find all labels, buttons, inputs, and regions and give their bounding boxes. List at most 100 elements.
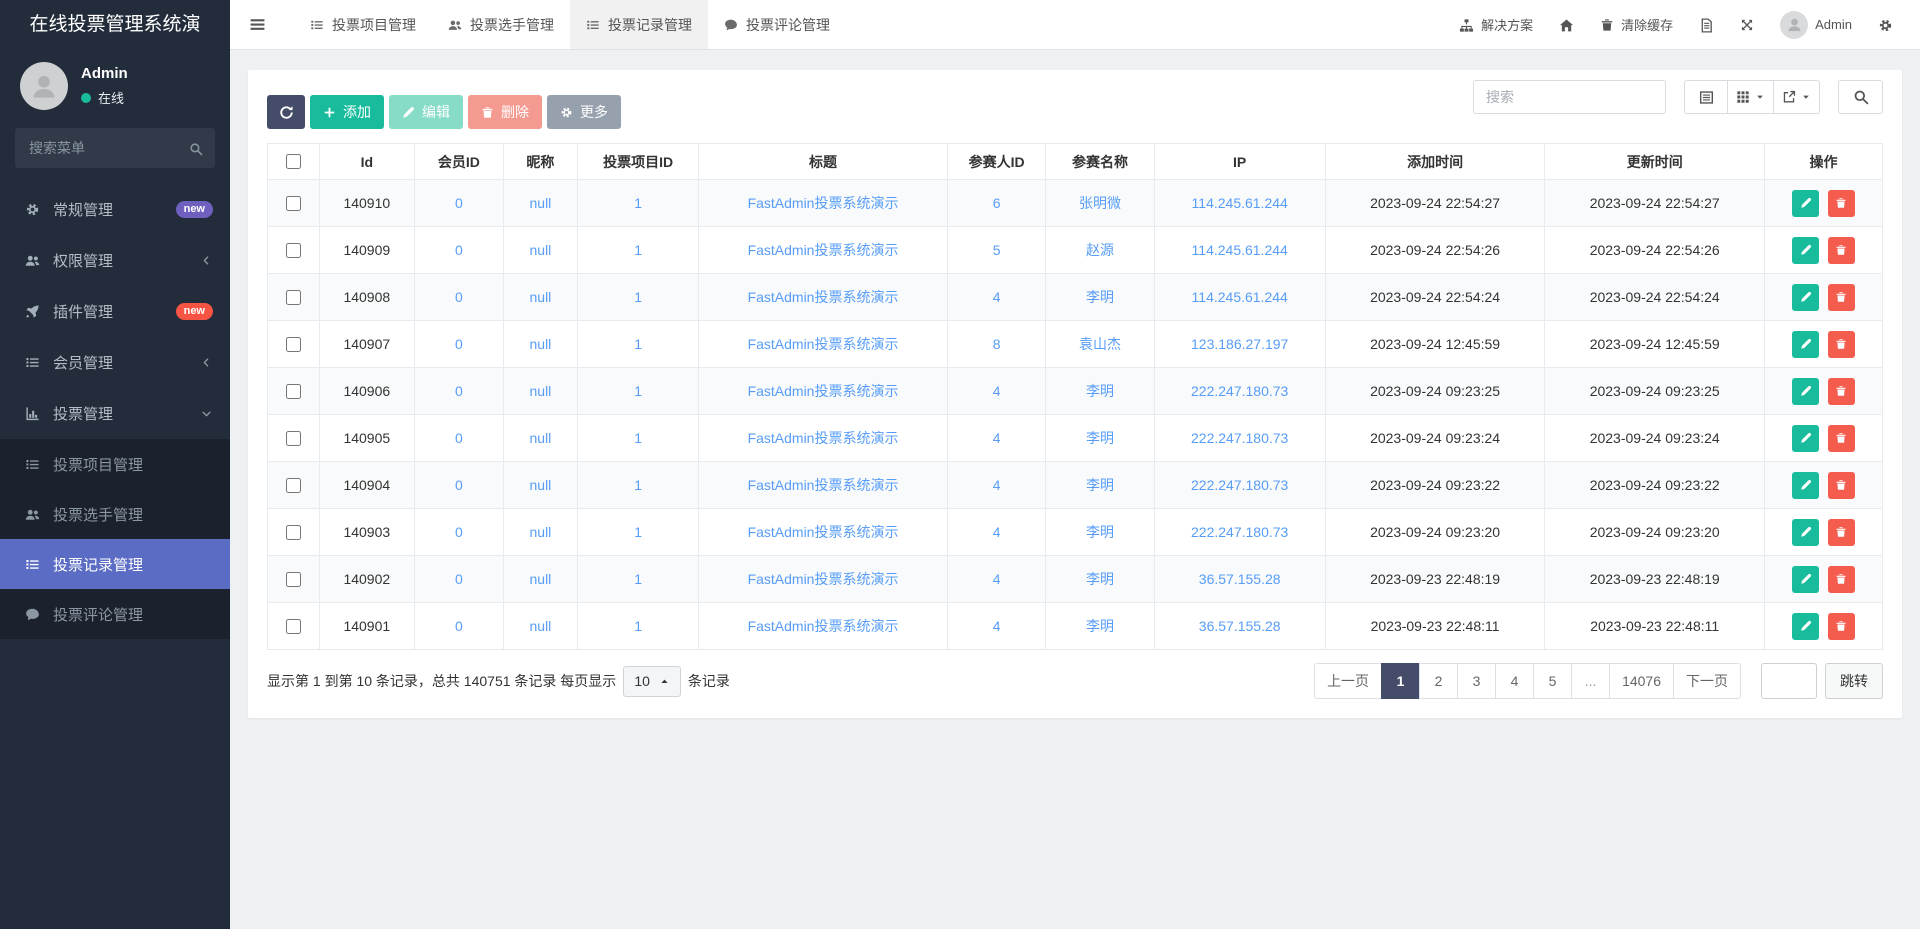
participant-id-link[interactable]: 4: [993, 477, 1001, 493]
member-id-link[interactable]: 0: [455, 195, 463, 211]
row-checkbox[interactable]: [286, 525, 301, 540]
project-id-link[interactable]: 1: [634, 618, 642, 634]
column-header-ip[interactable]: IP: [1154, 144, 1325, 180]
page-button-3[interactable]: 3: [1457, 663, 1496, 699]
row-edit-button[interactable]: [1792, 566, 1819, 593]
row-edit-button[interactable]: [1792, 190, 1819, 217]
jump-button[interactable]: 跳转: [1825, 663, 1883, 699]
participant-id-link[interactable]: 4: [993, 430, 1001, 446]
row-checkbox[interactable]: [286, 478, 301, 493]
participant-id-link[interactable]: 4: [993, 289, 1001, 305]
participant-name-link[interactable]: 李明: [1086, 477, 1114, 493]
row-edit-button[interactable]: [1792, 237, 1819, 264]
project-id-link[interactable]: 1: [634, 336, 642, 352]
row-edit-button[interactable]: [1792, 472, 1819, 499]
columns-button[interactable]: [1727, 80, 1774, 114]
row-checkbox[interactable]: [286, 290, 301, 305]
column-header-member-id[interactable]: 会员ID: [414, 144, 503, 180]
export-button[interactable]: [1773, 80, 1820, 114]
sidebar-item-vote[interactable]: 投票管理: [0, 388, 230, 439]
nickname-link[interactable]: null: [530, 571, 552, 587]
participant-id-link[interactable]: 4: [993, 383, 1001, 399]
page-button-5[interactable]: 5: [1533, 663, 1572, 699]
nickname-link[interactable]: null: [530, 336, 552, 352]
participant-name-link[interactable]: 李明: [1086, 430, 1114, 446]
project-id-link[interactable]: 1: [634, 524, 642, 540]
project-id-link[interactable]: 1: [634, 430, 642, 446]
home-button[interactable]: [1546, 0, 1587, 50]
nickname-link[interactable]: null: [530, 430, 552, 446]
participant-id-link[interactable]: 4: [993, 618, 1001, 634]
next-page-button[interactable]: 下一页: [1673, 663, 1741, 699]
member-id-link[interactable]: 0: [455, 383, 463, 399]
ip-link[interactable]: 222.247.180.73: [1191, 430, 1288, 446]
settings-button[interactable]: [1865, 0, 1906, 50]
ip-link[interactable]: 114.245.61.244: [1192, 289, 1288, 305]
column-header-nickname[interactable]: 昵称: [503, 144, 577, 180]
sidebar-item-vote-record[interactable]: 投票记录管理: [0, 539, 230, 589]
row-edit-button[interactable]: [1792, 331, 1819, 358]
member-id-link[interactable]: 0: [455, 618, 463, 634]
more-button[interactable]: 更多: [547, 95, 621, 129]
tab-vote-record[interactable]: 投票记录管理: [570, 0, 708, 49]
title-link[interactable]: FastAdmin投票系统演示: [748, 571, 899, 587]
participant-id-link[interactable]: 4: [993, 524, 1001, 540]
select-all-checkbox[interactable]: [286, 154, 301, 169]
member-id-link[interactable]: 0: [455, 477, 463, 493]
sidebar-item-vote-comment[interactable]: 投票评论管理: [0, 589, 230, 639]
add-button[interactable]: 添加: [310, 95, 384, 129]
ip-link[interactable]: 36.57.155.28: [1199, 618, 1281, 634]
participant-id-link[interactable]: 6: [993, 195, 1001, 211]
row-checkbox[interactable]: [286, 384, 301, 399]
project-id-link[interactable]: 1: [634, 477, 642, 493]
page-button-last[interactable]: 14076: [1609, 663, 1674, 699]
row-edit-button[interactable]: [1792, 425, 1819, 452]
participant-name-link[interactable]: 李明: [1086, 383, 1114, 399]
edit-button[interactable]: 编辑: [389, 95, 463, 129]
title-link[interactable]: FastAdmin投票系统演示: [748, 336, 899, 352]
column-header-participant-id[interactable]: 参赛人ID: [947, 144, 1046, 180]
page-size-dropdown[interactable]: 10: [623, 666, 681, 697]
column-header-create-time[interactable]: 添加时间: [1325, 144, 1545, 180]
ip-link[interactable]: 114.245.61.244: [1192, 195, 1288, 211]
sidebar-toggle-button[interactable]: [230, 0, 284, 49]
sidebar-item-general[interactable]: 常规管理 new: [0, 184, 230, 235]
nickname-link[interactable]: null: [530, 524, 552, 540]
sidebar-item-auth[interactable]: 权限管理: [0, 235, 230, 286]
jump-page-input[interactable]: [1761, 663, 1817, 699]
title-link[interactable]: FastAdmin投票系统演示: [748, 289, 899, 305]
page-button-2[interactable]: 2: [1419, 663, 1458, 699]
participant-id-link[interactable]: 8: [993, 336, 1001, 352]
row-delete-button[interactable]: [1828, 566, 1855, 593]
nickname-link[interactable]: null: [530, 289, 552, 305]
docs-button[interactable]: [1686, 0, 1727, 50]
project-id-link[interactable]: 1: [634, 242, 642, 258]
tab-vote-project[interactable]: 投票项目管理: [294, 0, 432, 49]
row-checkbox[interactable]: [286, 572, 301, 587]
member-id-link[interactable]: 0: [455, 336, 463, 352]
search-button[interactable]: [1838, 80, 1883, 114]
participant-name-link[interactable]: 李明: [1086, 571, 1114, 587]
nickname-link[interactable]: null: [530, 242, 552, 258]
ip-link[interactable]: 222.247.180.73: [1191, 524, 1288, 540]
row-delete-button[interactable]: [1828, 284, 1855, 311]
nickname-link[interactable]: null: [530, 477, 552, 493]
row-checkbox[interactable]: [286, 619, 301, 634]
column-header-project-id[interactable]: 投票项目ID: [578, 144, 699, 180]
participant-name-link[interactable]: 李明: [1086, 524, 1114, 540]
tab-vote-comment[interactable]: 投票评论管理: [708, 0, 846, 49]
tab-vote-player[interactable]: 投票选手管理: [432, 0, 570, 49]
project-id-link[interactable]: 1: [634, 571, 642, 587]
row-delete-button[interactable]: [1828, 237, 1855, 264]
row-edit-button[interactable]: [1792, 378, 1819, 405]
column-header-update-time[interactable]: 更新时间: [1545, 144, 1765, 180]
row-delete-button[interactable]: [1828, 331, 1855, 358]
row-delete-button[interactable]: [1828, 519, 1855, 546]
sidebar-item-addon[interactable]: 插件管理 new: [0, 286, 230, 337]
title-link[interactable]: FastAdmin投票系统演示: [748, 430, 899, 446]
row-edit-button[interactable]: [1792, 284, 1819, 311]
row-edit-button[interactable]: [1792, 519, 1819, 546]
participant-id-link[interactable]: 5: [993, 242, 1001, 258]
row-delete-button[interactable]: [1828, 190, 1855, 217]
title-link[interactable]: FastAdmin投票系统演示: [748, 477, 899, 493]
